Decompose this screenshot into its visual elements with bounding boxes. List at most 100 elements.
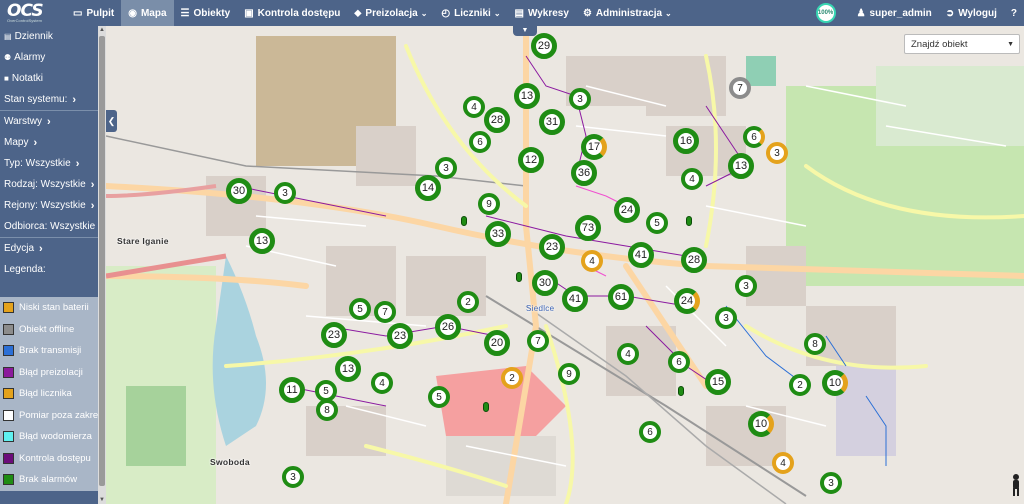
legend-item[interactable]: Obiekt offline <box>0 319 98 341</box>
map-cluster[interactable]: 4 <box>772 452 794 474</box>
map-canvas[interactable]: Stare Iganie Swoboda Siedlce 29 13 3 4 28 31 6… <box>106 26 1024 504</box>
legend-item[interactable]: Błąd wodomierza <box>0 426 98 448</box>
map-cluster[interactable]: 4 <box>681 168 703 190</box>
nav-item-preizolacja[interactable]: ⬥ Preizolacja ⌄ <box>347 0 434 26</box>
map-cluster[interactable]: 73 <box>575 215 601 241</box>
scroll-down-arrow[interactable]: ▼ <box>98 496 106 504</box>
find-object-select[interactable]: Znajdź obiekt ▼ <box>904 34 1020 54</box>
map-cluster[interactable]: 24 <box>614 197 640 223</box>
sidebar-item-typ-wszystkie[interactable]: Typ: Wszystkie › <box>0 153 106 174</box>
sidebar-item-notatki[interactable]: ■ Notatki <box>0 68 106 89</box>
map-cluster[interactable]: 4 <box>371 372 393 394</box>
legend-item[interactable]: Brak transmisji <box>0 340 98 362</box>
map-cluster[interactable]: 3 <box>282 466 304 488</box>
map-cluster[interactable]: 3 <box>569 88 591 110</box>
object-marker[interactable] <box>678 386 684 396</box>
sidebar-item-rodzaj-wszystkie[interactable]: Rodzaj: Wszystkie › <box>0 174 106 195</box>
map-cluster[interactable]: 7 <box>729 77 751 99</box>
map-cluster[interactable]: 3 <box>435 157 457 179</box>
nav-item-pulpit[interactable]: ▭ Pulpit <box>66 0 121 26</box>
sidebar-item-rejony-wszystkie[interactable]: Rejony: Wszystkie › <box>0 195 106 216</box>
map-cluster[interactable]: 3 <box>715 307 737 329</box>
street-view-pegman-icon[interactable] <box>1010 474 1022 496</box>
sidebar-item-alarmy[interactable]: ⚉ Alarmy <box>0 47 106 68</box>
map-cluster[interactable]: 4 <box>617 343 639 365</box>
map-top-toggle[interactable]: ▼ <box>513 26 537 36</box>
map-cluster[interactable]: 10 <box>748 411 774 437</box>
map-cluster[interactable]: 3 <box>735 275 757 297</box>
map-cluster[interactable]: 5 <box>349 298 371 320</box>
map-cluster[interactable]: 29 <box>531 33 557 59</box>
object-marker[interactable] <box>483 402 489 412</box>
help-button[interactable]: ? <box>1004 0 1024 26</box>
map-cluster[interactable]: 2 <box>457 291 479 313</box>
map-cluster[interactable]: 8 <box>316 399 338 421</box>
legend-item[interactable]: Pomiar poza zakresem <box>0 405 98 427</box>
map-cluster[interactable]: 6 <box>668 351 690 373</box>
map-cluster[interactable]: 4 <box>463 96 485 118</box>
map-cluster[interactable]: 12 <box>518 147 544 173</box>
object-marker[interactable] <box>461 216 467 226</box>
map-cluster[interactable]: 7 <box>374 301 396 323</box>
map-cluster[interactable]: 17 <box>581 134 607 160</box>
map-cluster[interactable]: 28 <box>484 107 510 133</box>
sidebar-item-stan-systemu[interactable]: Stan systemu: › <box>0 89 106 110</box>
nav-item-kontrola-dostępu[interactable]: ▣ Kontrola dostępu <box>237 0 347 26</box>
map-cluster[interactable]: 31 <box>539 109 565 135</box>
object-marker[interactable] <box>686 216 692 226</box>
nav-item-obiekty[interactable]: ☰ Obiekty <box>174 0 238 26</box>
nav-item-wykresy[interactable]: ▤ Wykresy <box>508 0 576 26</box>
sidebar-item-dziennik[interactable]: ▤ Dziennik <box>0 26 106 47</box>
sidebar-item-warstwy[interactable]: Warstwy › <box>0 111 106 132</box>
map-cluster[interactable]: 6 <box>469 131 491 153</box>
object-marker[interactable] <box>516 272 522 282</box>
scroll-thumb[interactable] <box>99 36 105 486</box>
sidebar-scrollbar[interactable]: ▲ ▼ <box>98 26 106 504</box>
sidebar-item-odbiorca-wszystkie[interactable]: Odbiorca: Wszystkie› <box>0 216 106 237</box>
map-cluster[interactable]: 33 <box>485 221 511 247</box>
map-cluster[interactable]: 9 <box>558 363 580 385</box>
map-cluster[interactable]: 13 <box>728 153 754 179</box>
map-cluster[interactable]: 11 <box>279 377 305 403</box>
legend-item[interactable]: Niski stan baterii <box>0 297 98 319</box>
map-cluster[interactable]: 16 <box>673 128 699 154</box>
map-cluster[interactable]: 2 <box>501 367 523 389</box>
map-cluster[interactable]: 6 <box>743 126 765 148</box>
map-cluster[interactable]: 23 <box>321 322 347 348</box>
map-cluster[interactable]: 7 <box>527 330 549 352</box>
legend-item[interactable]: Brak alarmów <box>0 469 98 491</box>
map-cluster[interactable]: 14 <box>415 175 441 201</box>
map-cluster[interactable]: 26 <box>435 314 461 340</box>
map-cluster[interactable]: 6 <box>639 421 661 443</box>
sidebar-item-edycja[interactable]: Edycja › <box>0 238 106 259</box>
map-cluster[interactable]: 9 <box>478 193 500 215</box>
map-cluster[interactable]: 24 <box>674 288 700 314</box>
map-cluster[interactable]: 2 <box>789 374 811 396</box>
map-cluster[interactable]: 61 <box>608 284 634 310</box>
map-cluster[interactable]: 30 <box>532 270 558 296</box>
map-cluster[interactable]: 13 <box>335 356 361 382</box>
map-cluster[interactable]: 23 <box>539 234 565 260</box>
user-menu[interactable]: ♟ super_admin <box>850 0 939 26</box>
sidebar-collapse-toggle[interactable]: ❮ <box>106 110 117 132</box>
map-cluster[interactable]: 13 <box>514 83 540 109</box>
map-cluster[interactable]: 23 <box>387 323 413 349</box>
app-logo[interactable]: OCS OverControlSystem <box>0 0 66 26</box>
map-cluster[interactable]: 36 <box>571 160 597 186</box>
map-cluster[interactable]: 5 <box>646 212 668 234</box>
nav-item-liczniki[interactable]: ◴ Liczniki ⌄ <box>434 0 507 26</box>
map-cluster[interactable]: 3 <box>766 142 788 164</box>
map-cluster[interactable]: 4 <box>581 250 603 272</box>
map-cluster[interactable]: 3 <box>820 472 842 494</box>
nav-item-mapa[interactable]: ◉ Mapa <box>121 0 174 26</box>
sidebar-item-mapy[interactable]: Mapy › <box>0 132 106 153</box>
map-cluster[interactable]: 10 <box>822 370 848 396</box>
map-cluster[interactable]: 3 <box>274 182 296 204</box>
map-cluster[interactable]: 20 <box>484 330 510 356</box>
logout-button[interactable]: ➲ Wyloguj <box>939 0 1004 26</box>
nav-item-administracja[interactable]: ⚙ Administracja ⌄ <box>576 0 679 26</box>
map-cluster[interactable]: 5 <box>428 386 450 408</box>
map-cluster[interactable]: 15 <box>705 369 731 395</box>
map-cluster[interactable]: 41 <box>628 242 654 268</box>
map-cluster[interactable]: 28 <box>681 247 707 273</box>
